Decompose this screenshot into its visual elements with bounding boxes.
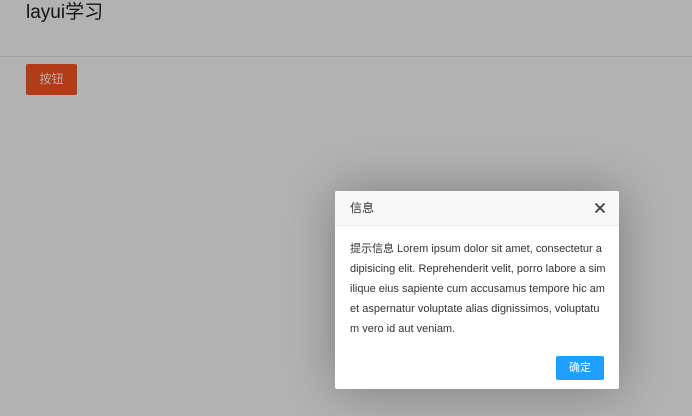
confirm-button[interactable]: 确定 (556, 356, 604, 380)
info-dialog: 信息 提示信息 Lorem ipsum dolor sit amet, cons… (335, 191, 619, 389)
dialog-header: 信息 (335, 191, 619, 226)
close-button[interactable] (591, 199, 609, 217)
dialog-title: 信息 (350, 201, 375, 215)
dialog-message: 提示信息 Lorem ipsum dolor sit amet, consect… (350, 243, 606, 335)
close-icon (595, 203, 605, 213)
